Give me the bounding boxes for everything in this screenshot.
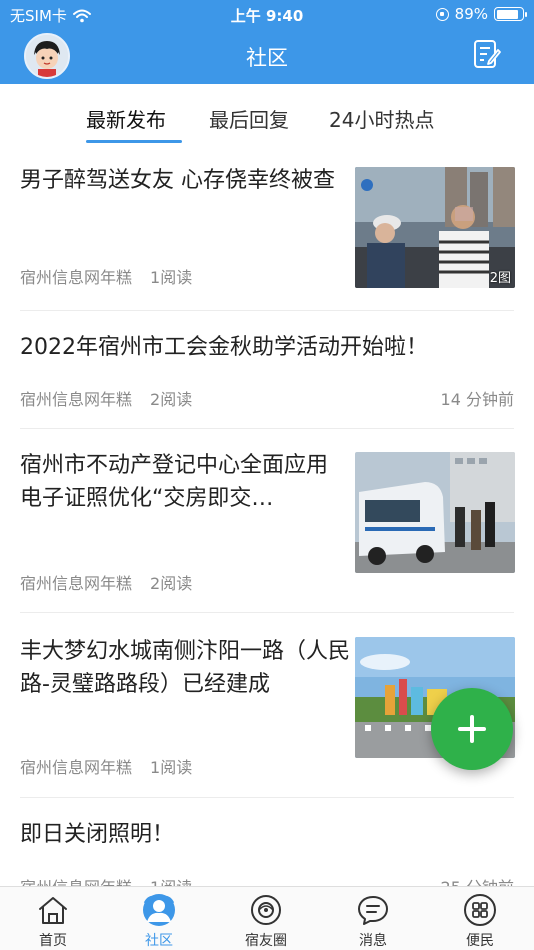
tab-community-label: 社区 <box>145 933 173 949</box>
battery-icon <box>494 7 527 21</box>
post-author: 宿州信息网年糕 <box>20 574 133 593</box>
post-thumbnail[interactable] <box>355 452 515 573</box>
nav-bar: 社区 <box>0 28 534 84</box>
tab-messages[interactable]: 消息 <box>320 887 426 950</box>
active-tab-indicator <box>86 140 182 143</box>
image-count-badge: 2图 <box>489 271 511 286</box>
status-bar: 无SIM卡 上午 9:40 89% <box>0 0 534 28</box>
tab-circle-label: 宿友圈 <box>245 933 287 949</box>
post-reads: 2阅读 <box>150 390 193 409</box>
battery-percent: 89% <box>454 5 488 23</box>
post-author: 宿州信息网年糕 <box>20 758 133 777</box>
circle-icon <box>251 895 281 925</box>
top-bar: 无SIM卡 上午 9:40 89% 社区 <box>0 0 534 84</box>
post-reads: 2阅读 <box>150 574 193 593</box>
thumbnail-image <box>355 452 515 573</box>
services-icon <box>464 894 496 926</box>
rotation-lock-icon <box>435 7 449 21</box>
tab-home[interactable]: 首页 <box>0 887 106 950</box>
tab-services-label: 便民 <box>466 933 494 949</box>
post-time: 14 分钟前 <box>440 390 514 409</box>
tab-last-reply[interactable]: 最后回复 <box>209 104 289 133</box>
post-title[interactable]: 丰大梦幻水城南侧汴阳一路（人民路-灵璧路路段）已经建成 <box>20 635 350 701</box>
edit-post-icon[interactable] <box>472 38 502 70</box>
home-icon <box>39 897 67 924</box>
post-time: 25 分钟前 <box>441 874 514 886</box>
tab-community[interactable]: 社区 <box>106 887 212 950</box>
list-item[interactable]: 宿州市不动产登记中心全面应用电子证照优化“交房即交… 宿州信息网年糕 2阅读 <box>0 429 534 613</box>
post-title[interactable]: 即日关闭照明！ <box>20 818 514 851</box>
post-title[interactable]: 男子醉驾送女友 心存侥幸终被查 <box>20 164 335 197</box>
new-post-button[interactable] <box>431 688 513 770</box>
tab-services[interactable]: 便民 <box>427 887 533 950</box>
tab-messages-label: 消息 <box>359 933 387 949</box>
tab-latest[interactable]: 最新发布 <box>86 104 166 133</box>
post-author: 宿州信息网年糕 <box>20 878 132 886</box>
post-author: 宿州信息网年糕 <box>20 268 133 287</box>
post-thumbnail[interactable]: 2图 <box>355 167 515 288</box>
feed-tabs: 最新发布 最后回复 24小时热点 <box>0 84 534 146</box>
message-icon <box>358 896 388 925</box>
post-feed[interactable]: 男子醉驾送女友 心存侥幸终被查 宿州信息网年糕 1阅读 2图 2022年宿州市工… <box>0 146 534 886</box>
tab-24h-hot[interactable]: 24小时热点 <box>329 104 434 133</box>
post-author: 宿州信息网年糕 <box>20 390 133 409</box>
bottom-nav: 首页 社区 宿友圈 消息 便民 <box>0 886 534 950</box>
list-item[interactable]: 男子醉驾送女友 心存侥幸终被查 宿州信息网年糕 1阅读 2图 <box>0 146 534 311</box>
post-reads: 1阅读 <box>150 268 193 287</box>
tab-circle[interactable]: 宿友圈 <box>213 887 319 950</box>
tab-home-label: 首页 <box>39 933 67 949</box>
post-title[interactable]: 2022年宿州市工会金秋助学活动开始啦！ <box>20 331 514 364</box>
post-reads: 1阅读 <box>150 758 193 777</box>
list-item[interactable]: 2022年宿州市工会金秋助学活动开始啦！ 宿州信息网年糕 2阅读 14 分钟前 <box>0 311 534 429</box>
post-reads: 1阅读 <box>150 878 192 886</box>
post-title[interactable]: 宿州市不动产登记中心全面应用电子证照优化“交房即交… <box>20 449 335 515</box>
community-icon <box>143 894 175 926</box>
page-title: 社区 <box>246 46 288 70</box>
list-item[interactable]: 即日关闭照明！ 宿州信息网年糕 1阅读 25 分钟前 <box>0 798 534 886</box>
